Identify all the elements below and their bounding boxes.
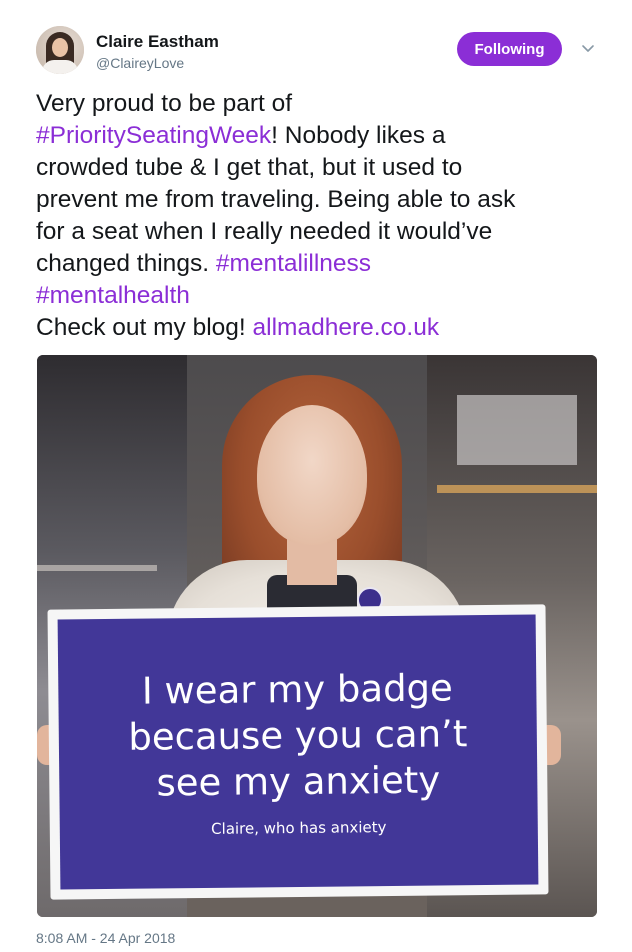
tweet-line-8-text: Check out my blog! bbox=[36, 314, 253, 341]
tweet-line-8: Check out my blog! allmadhere.co.uk bbox=[36, 312, 606, 344]
tweet-line-7: #mentalhealth bbox=[36, 280, 606, 312]
tweet-line-6-text: changed things. bbox=[36, 250, 216, 277]
tweet-text: Very proud to be part of #PrioritySeatin… bbox=[36, 88, 606, 344]
tweet-header: Claire Eastham @ClaireyLove Following bbox=[36, 26, 606, 78]
tweet-line-5: for a seat when I really needed it would… bbox=[36, 218, 493, 245]
user-handle[interactable]: @ClaireyLove bbox=[96, 55, 184, 71]
sign-line-2: because you can’t bbox=[128, 712, 468, 759]
tweet-line-3: crowded tube & I get that, but it used t… bbox=[36, 154, 463, 181]
hashtag-mentalhealth[interactable]: #mentalhealth bbox=[36, 282, 190, 309]
blog-link[interactable]: allmadhere.co.uk bbox=[253, 314, 440, 341]
tweet-timestamp[interactable]: 8:08 AM - 24 Apr 2018 bbox=[36, 930, 175, 946]
photo-person-face bbox=[257, 405, 367, 545]
chevron-down-icon[interactable] bbox=[579, 40, 597, 58]
sign-panel: I wear my badge because you can’t see my… bbox=[57, 614, 539, 890]
tweet-line-2: #PrioritySeatingWeek! Nobody likes a bbox=[36, 120, 606, 152]
tweet-line-4: prevent me from traveling. Being able to… bbox=[36, 186, 516, 213]
tweet-line-1: Very proud to be part of bbox=[36, 90, 293, 117]
tweet-line-6: changed things. #mentalillness bbox=[36, 248, 606, 280]
sign-caption: Claire, who has anxiety bbox=[211, 818, 387, 838]
following-button[interactable]: Following bbox=[457, 32, 562, 66]
protest-sign: I wear my badge because you can’t see my… bbox=[47, 604, 549, 900]
sign-line-1: I wear my badge bbox=[141, 666, 454, 713]
hashtag-mentalillness[interactable]: #mentalillness bbox=[216, 250, 371, 277]
user-name[interactable]: Claire Eastham bbox=[96, 32, 219, 52]
tweet-line-2-text: ! Nobody likes a bbox=[271, 122, 446, 149]
hashtag-priority-seating-week[interactable]: #PrioritySeatingWeek bbox=[36, 122, 271, 149]
tweet-photo[interactable]: I wear my badge because you can’t see my… bbox=[37, 355, 597, 917]
avatar[interactable] bbox=[36, 26, 84, 74]
sign-line-3: see my anxiety bbox=[156, 758, 441, 805]
